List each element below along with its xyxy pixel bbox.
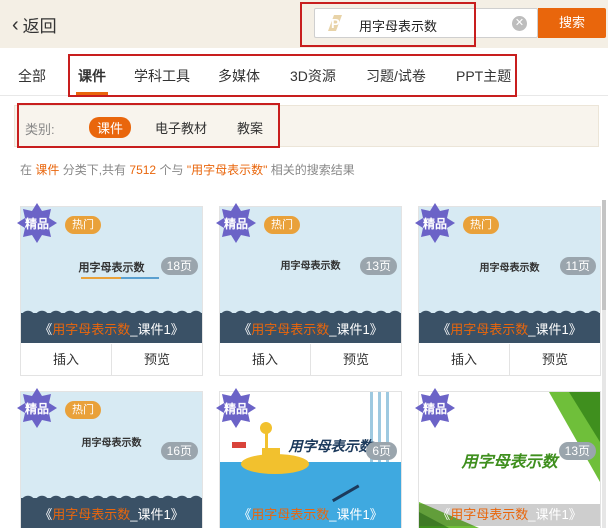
clear-icon[interactable]: ✕ <box>512 16 527 31</box>
tab-3d[interactable]: 3D资源 <box>290 66 336 86</box>
result-card[interactable]: 用字母表示数 《用字母表示数_课件1》 11页 精品 热门 插入 预览 <box>415 203 601 376</box>
tab-all[interactable]: 全部 <box>18 66 46 86</box>
result-card[interactable]: 用字母表示数 《用字母表示数_课件1》 16页 精品 热门 <box>17 388 203 528</box>
back-label: 返回 <box>22 17 57 36</box>
back-button[interactable]: ‹ 返回 <box>12 12 57 37</box>
result-card[interactable]: 用字母表示数 《用字母表示数_课件1》 18页 精品 热门 插入 预览 <box>17 203 203 376</box>
search-input[interactable]: P 用字母表示数 ✕ <box>314 8 538 38</box>
category-lesson-plan[interactable]: 教案 <box>237 118 263 137</box>
card-title[interactable]: 《用字母表示数_课件1》 <box>419 319 600 341</box>
scrollbar-thumb[interactable] <box>602 200 606 310</box>
tab-multimedia[interactable]: 多媒体 <box>218 66 260 86</box>
preview-button[interactable]: 预览 <box>509 344 600 375</box>
insert-button[interactable]: 插入 <box>21 344 111 375</box>
premium-badge-icon: 精品 <box>216 388 256 428</box>
tab-courseware[interactable]: 课件 <box>76 66 108 95</box>
result-summary: 在 课件 分类下,共有 7512 个与 "用字母表示数" 相关的搜索结果 <box>20 163 355 177</box>
result-card[interactable]: 用字母表示数 《用字母表示数_课件1》 13页 精品 热门 插入 预览 <box>216 203 402 376</box>
premium-badge-icon: 精品 <box>17 203 57 243</box>
search-button[interactable]: 搜索 <box>538 8 606 38</box>
hot-badge: 热门 <box>463 216 499 234</box>
result-card[interactable]: 用字母表示数 《用字母表示数_课件1》 13页 精品 <box>415 388 601 528</box>
premium-badge-icon: 精品 <box>216 203 256 243</box>
page-count-badge: 11页 <box>559 257 596 275</box>
page-count-badge: 16页 <box>160 442 198 460</box>
card-title[interactable]: 《用字母表示数_课件1》 <box>21 504 202 526</box>
premium-badge-icon: 精品 <box>415 388 455 428</box>
card-actions: 插入 预览 <box>419 344 600 375</box>
category-label: 类别: <box>25 122 55 137</box>
insert-button[interactable]: 插入 <box>419 344 509 375</box>
result-card[interactable]: 用字母表示数 《用字母表示数_课件1》 6页 精品 <box>216 388 402 528</box>
tab-exercises[interactable]: 习题/试卷 <box>366 66 426 86</box>
premium-badge-icon: 精品 <box>17 388 57 428</box>
tab-ppt-theme[interactable]: PPT主题 <box>456 66 511 86</box>
card-title[interactable]: 《用字母表示数_课件1》 <box>419 504 600 526</box>
scrollbar[interactable] <box>602 200 606 528</box>
card-title[interactable]: 《用字母表示数_课件1》 <box>220 504 401 526</box>
premium-badge-icon: 精品 <box>415 203 455 243</box>
page-count-badge: 13页 <box>359 257 397 275</box>
svg-text:P: P <box>331 16 340 31</box>
hot-badge: 热门 <box>264 216 300 234</box>
category-textbook[interactable]: 电子教材 <box>155 118 207 137</box>
tab-subject-tools[interactable]: 学科工具 <box>134 66 190 86</box>
page-count-badge: 6页 <box>366 442 397 460</box>
search-query: 用字母表示数 <box>359 19 438 34</box>
preview-button[interactable]: 预览 <box>310 344 401 375</box>
top-bar: ‹ 返回 P 用字母表示数 ✕ 搜索 <box>0 0 608 48</box>
chevron-left-icon: ‹ <box>12 13 19 36</box>
card-actions: 插入 预览 <box>21 344 202 375</box>
hot-badge: 热门 <box>65 401 101 419</box>
insert-button[interactable]: 插入 <box>220 344 310 375</box>
preview-button[interactable]: 预览 <box>111 344 202 375</box>
card-actions: 插入 预览 <box>220 344 401 375</box>
page-count-badge: 13页 <box>558 442 596 460</box>
app-logo-icon: P <box>328 15 342 31</box>
card-title[interactable]: 《用字母表示数_课件1》 <box>21 319 202 341</box>
tab-bar: 全部 课件 学科工具 多媒体 3D资源 习题/试卷 PPT主题 <box>0 56 608 96</box>
category-courseware[interactable]: 课件 <box>89 117 132 138</box>
card-title[interactable]: 《用字母表示数_课件1》 <box>220 319 401 341</box>
category-filter: 类别: 课件 电子教材 教案 <box>14 105 599 147</box>
tab-divider <box>0 95 608 96</box>
page-count-badge: 18页 <box>160 257 198 275</box>
hot-badge: 热门 <box>65 216 101 234</box>
